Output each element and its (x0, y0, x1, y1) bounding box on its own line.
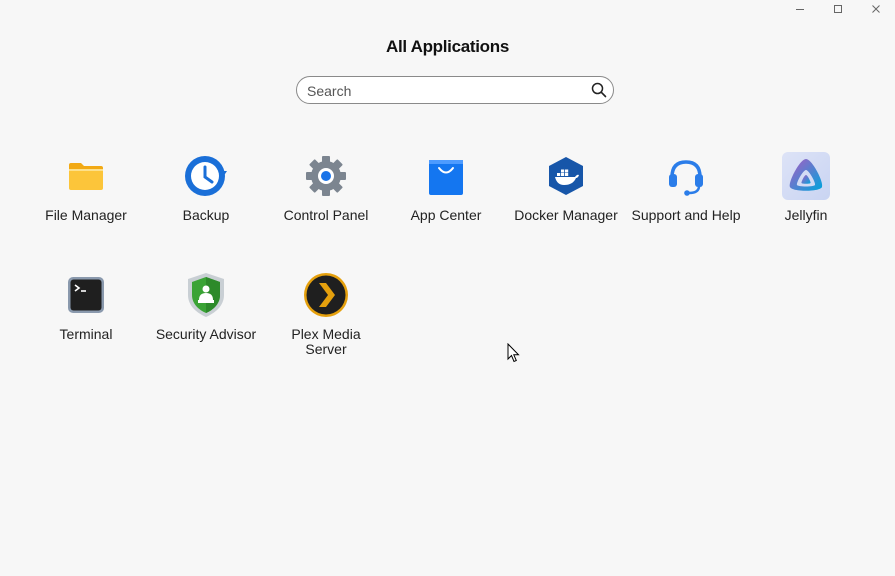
search-box[interactable] (296, 76, 614, 104)
docker-whale-icon (549, 157, 583, 195)
terminal-icon (68, 277, 104, 313)
app-backup[interactable]: Backup (146, 150, 266, 269)
backup-clock-icon (185, 156, 227, 196)
app-label: Support and Help (631, 207, 741, 223)
maximize-button[interactable] (819, 0, 857, 18)
search-icon[interactable] (591, 82, 607, 98)
folder-icon (69, 163, 103, 190)
page-title: All Applications (385, 37, 510, 56)
app-label: Backup (182, 207, 230, 223)
minimize-button[interactable] (781, 0, 819, 18)
mouse-cursor-icon (507, 343, 520, 363)
headset-icon (669, 160, 703, 196)
app-jellyfin[interactable]: Jellyfin (746, 150, 866, 269)
window-controls (781, 0, 895, 18)
jellyfin-triangle-icon (782, 152, 830, 200)
app-label: Plex Media Server (291, 326, 361, 357)
security-shield-icon (188, 273, 224, 317)
app-terminal[interactable]: Terminal (26, 269, 146, 388)
app-label: Control Panel (283, 207, 369, 223)
shopping-bag-icon (429, 160, 463, 195)
app-label: Jellyfin (784, 207, 828, 223)
app-plex-media-server[interactable]: Plex Media Server (266, 269, 386, 388)
app-label: Terminal (59, 326, 113, 342)
gear-icon (306, 156, 346, 196)
app-label: App Center (410, 207, 482, 223)
app-label: Security Advisor (155, 326, 257, 342)
close-button[interactable] (857, 0, 895, 18)
app-app-center[interactable]: App Center (386, 150, 506, 269)
app-support-and-help[interactable]: Support and Help (626, 150, 746, 269)
app-docker-manager[interactable]: Docker Manager (506, 150, 626, 269)
app-grid: File Manager Backup Control Panel App Ce… (26, 150, 866, 388)
app-label: Docker Manager (514, 207, 618, 223)
plex-chevron-icon (304, 273, 348, 317)
app-control-panel[interactable]: Control Panel (266, 150, 386, 269)
minimize-icon (796, 9, 804, 10)
app-security-advisor[interactable]: Security Advisor (146, 269, 266, 388)
app-label: File Manager (45, 207, 127, 223)
search-input[interactable] (305, 80, 589, 102)
close-icon (872, 5, 880, 13)
app-file-manager[interactable]: File Manager (26, 150, 146, 269)
maximize-icon (834, 5, 842, 13)
